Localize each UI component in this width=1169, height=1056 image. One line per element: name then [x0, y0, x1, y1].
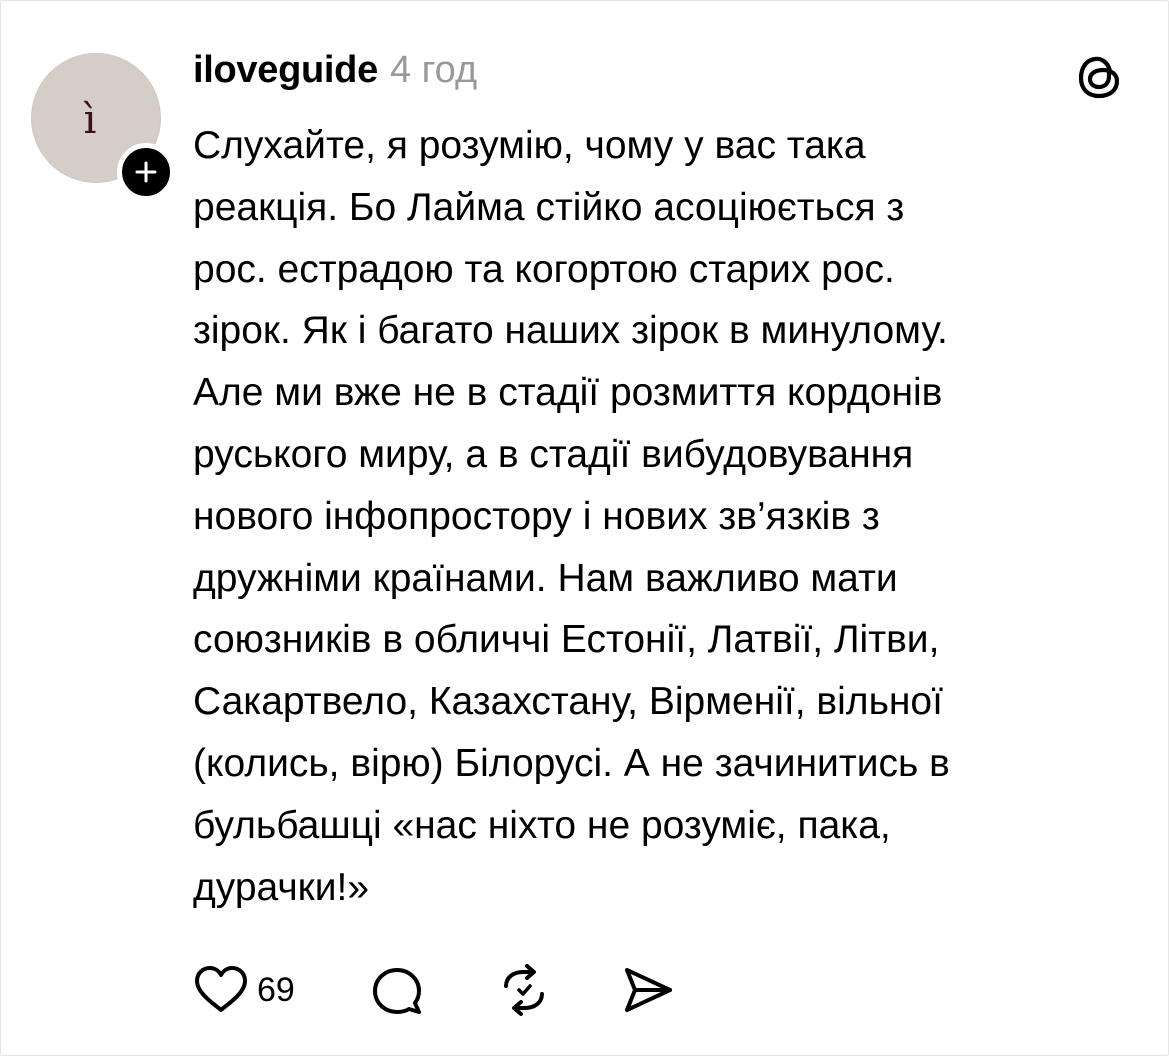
share-button[interactable] [621, 964, 675, 1016]
share-icon [624, 968, 672, 1012]
threads-post-card: ì iloveguide 4 год Слухайте, я розумію, … [0, 0, 1169, 1056]
action-bar: 69 [193, 963, 675, 1017]
post-timestamp[interactable]: 4 год [390, 49, 477, 92]
post-header: iloveguide 4 год [193, 49, 477, 99]
plus-icon [135, 161, 157, 183]
avatar-container[interactable]: ì [31, 53, 175, 201]
like-count: 69 [257, 970, 295, 1009]
username[interactable]: iloveguide [193, 49, 378, 92]
comment-icon [372, 968, 421, 1014]
avatar-letter: ì [83, 97, 97, 143]
repost-icon [503, 964, 544, 1016]
follow-button[interactable] [117, 143, 175, 201]
heart-icon [195, 966, 247, 1012]
repost-button[interactable] [497, 964, 551, 1016]
post-body: Слухайте, я розумію, чому у вас така реа… [193, 124, 950, 909]
threads-logo-icon[interactable] [1073, 51, 1125, 103]
like-button[interactable]: 69 [193, 965, 295, 1015]
reply-button[interactable] [371, 964, 423, 1016]
